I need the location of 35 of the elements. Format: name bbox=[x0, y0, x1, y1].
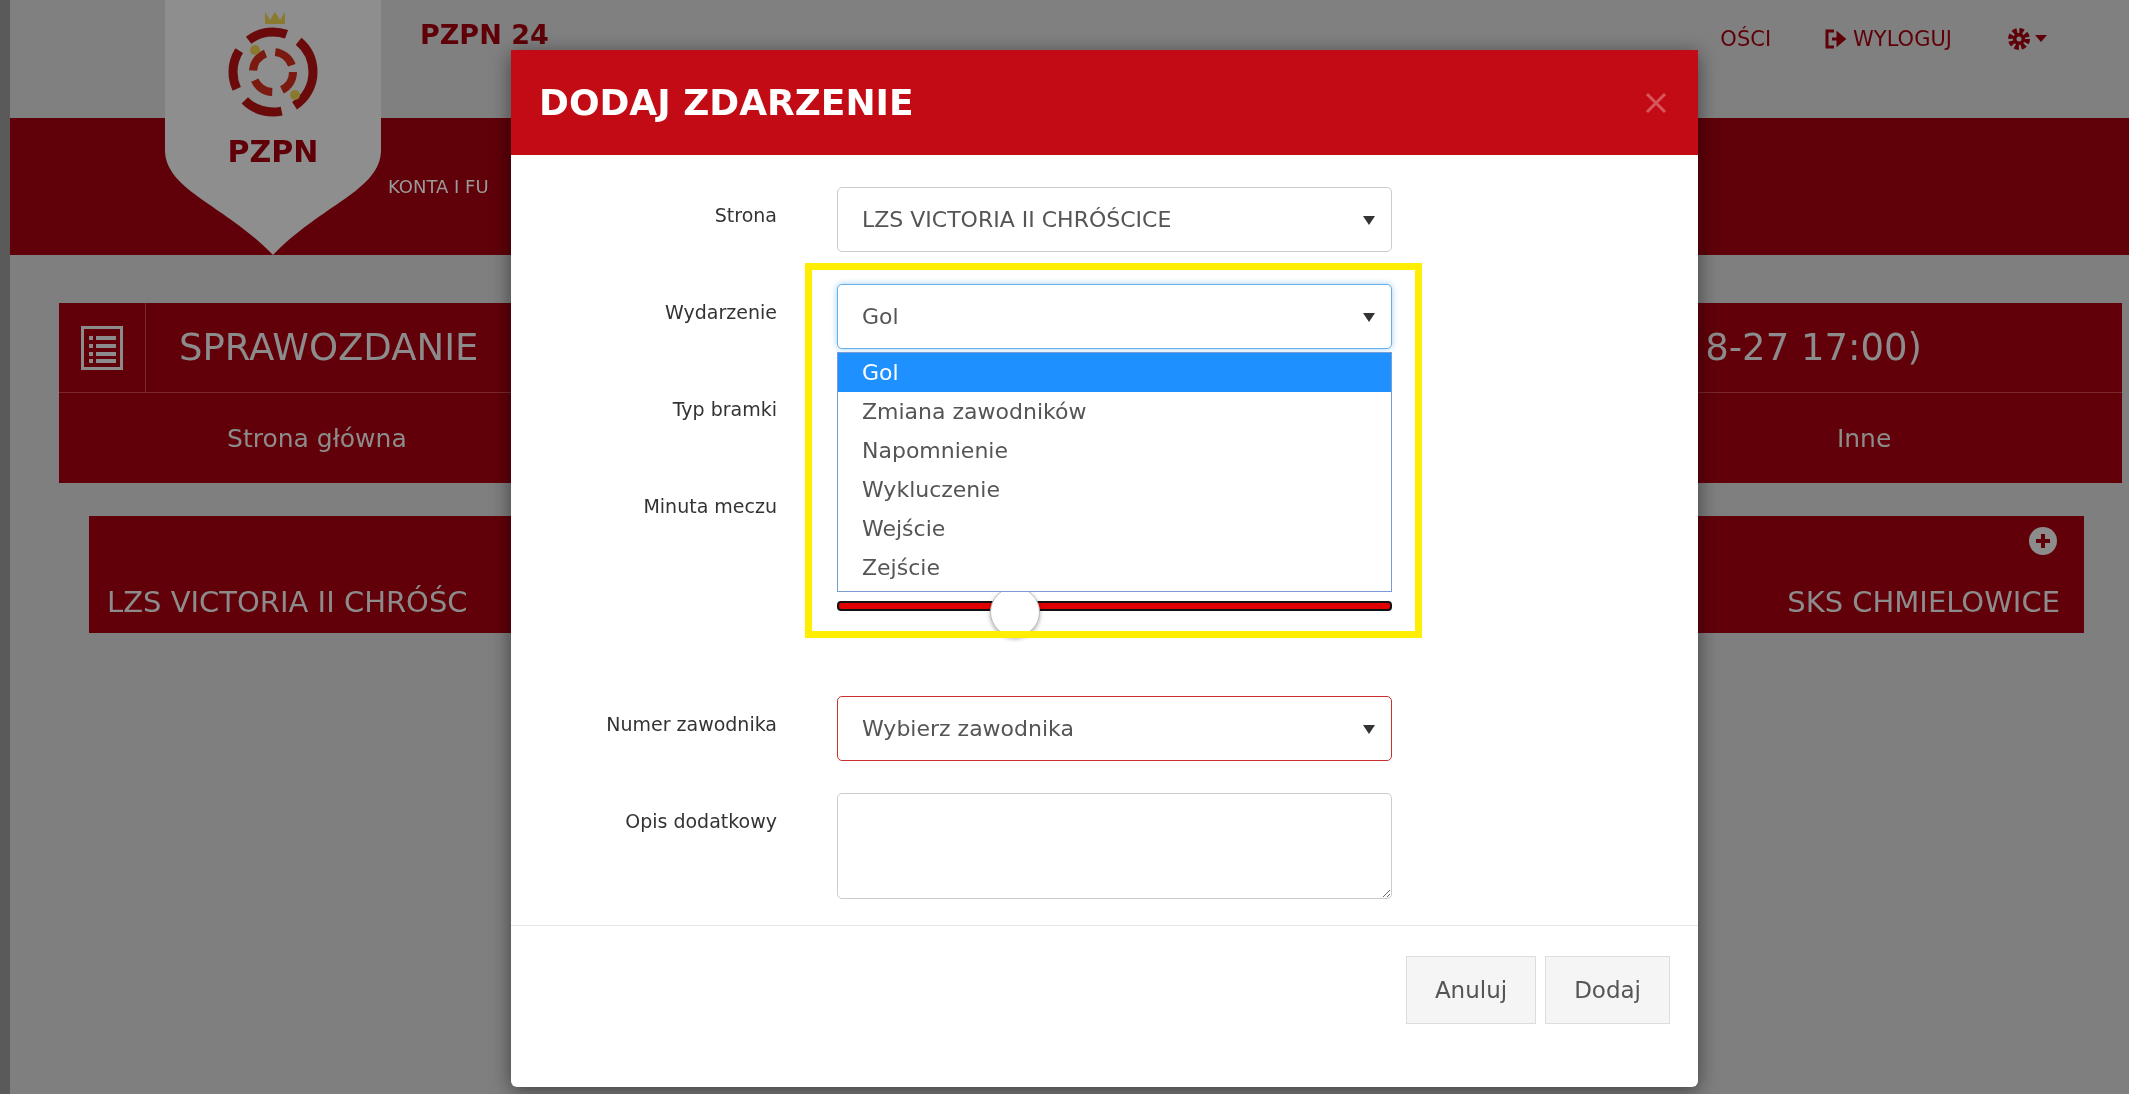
logout-icon bbox=[1825, 29, 1848, 49]
field-label: Opis dodatkowy bbox=[624, 809, 777, 834]
caret-icon bbox=[1363, 723, 1375, 734]
report-title: SPRAWOZDANIE bbox=[179, 326, 479, 369]
messages-link[interactable]: OŚCI bbox=[1720, 27, 1772, 51]
team-name: SKS CHMIELOWICE bbox=[1787, 585, 2060, 619]
dialog-title: DODAJ ZDARZENIE bbox=[539, 82, 915, 123]
field-label: Numer zawodnika bbox=[605, 712, 777, 737]
field-label: Strona bbox=[713, 203, 777, 228]
field-label: Typ bramki bbox=[671, 397, 777, 422]
report-date: 8-27 17:00) bbox=[1705, 326, 1922, 369]
select-field[interactable]: Wybierz zawodnika bbox=[837, 696, 1392, 761]
site-title: PZPN 24 bbox=[420, 20, 549, 50]
add-icon[interactable] bbox=[2028, 526, 2058, 556]
dialog-button[interactable]: Dodaj bbox=[1545, 956, 1670, 1024]
close-icon bbox=[1644, 90, 1668, 115]
settings-button[interactable] bbox=[2006, 26, 2047, 52]
settings-icon bbox=[2006, 26, 2032, 52]
nav-tab[interactable]: Strona główna bbox=[227, 423, 407, 453]
field-label: Wydarzenie bbox=[664, 300, 777, 325]
dialog-button[interactable]: Anuluj bbox=[1405, 956, 1537, 1024]
close-button[interactable] bbox=[1644, 90, 1668, 115]
select-field[interactable]: LZS VICTORIA II CHRÓŚCICE bbox=[837, 187, 1392, 252]
description-field[interactable] bbox=[837, 793, 1392, 899]
field-label: Minuta meczu bbox=[642, 494, 777, 519]
team-name: LZS VICTORIA II CHRÓŚC bbox=[107, 585, 468, 619]
logo-text: PZPN bbox=[227, 134, 319, 169]
nav-link[interactable]: KONTA I FU bbox=[388, 176, 489, 197]
caret-icon bbox=[2035, 35, 2047, 43]
list-icon bbox=[81, 325, 123, 370]
caret-icon bbox=[1363, 311, 1375, 322]
logout-button[interactable]: WYLOGUJ bbox=[1825, 27, 1952, 51]
select-field[interactable]: Gol bbox=[837, 284, 1392, 349]
nav-tab[interactable]: Inne bbox=[1836, 423, 1892, 453]
caret-icon bbox=[1363, 214, 1375, 225]
